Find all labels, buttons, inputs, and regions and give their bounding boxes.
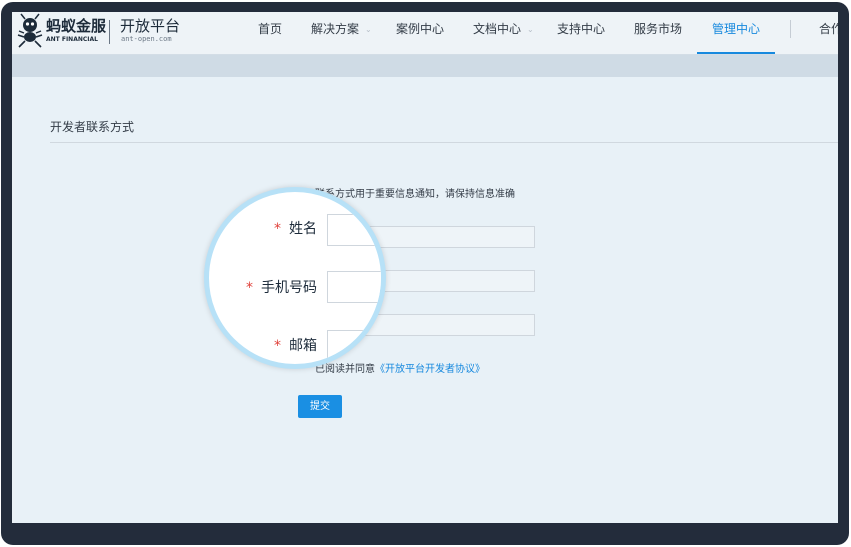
nav-docs[interactable]: 文档中心 ⌄ xyxy=(473,12,534,52)
agreement-prefix: 已阅读并同意 xyxy=(315,364,375,375)
name-input-magnified[interactable] xyxy=(327,214,381,246)
platform-name-cn: 开放平台 xyxy=(120,17,181,35)
top-navbar: 蚂蚁金服 ANT FINANCIAL 开放平台 ant-open.com 首页 … xyxy=(12,12,838,55)
email-label: * 邮箱 xyxy=(274,335,317,355)
agreement-text: 已阅读并同意《开放平台开发者协议》 xyxy=(315,360,485,375)
brand-name-en: ANT FINANCIAL xyxy=(46,36,98,43)
nav-support[interactable]: 支持中心 xyxy=(557,12,605,52)
active-nav-indicator xyxy=(697,52,775,54)
nav-cases[interactable]: 案例中心 xyxy=(396,12,444,52)
required-mark: * xyxy=(274,221,281,237)
form-notice: 联系方式用于重要信息通知，请保持信息准确 xyxy=(315,189,515,200)
section-divider xyxy=(50,142,838,143)
nav-market[interactable]: 服务市场 xyxy=(634,12,682,52)
ant-logo-icon xyxy=(17,13,43,48)
required-mark: * xyxy=(274,338,281,354)
chevron-down-icon: ⌄ xyxy=(527,25,534,34)
platform-domain: ant-open.com xyxy=(121,35,172,43)
sub-header-bar xyxy=(12,55,838,77)
brand-name-cn: 蚂蚁金服 xyxy=(46,17,107,35)
section-title: 开发者联系方式 xyxy=(50,120,135,134)
nav-label: 解决方案 xyxy=(311,22,360,36)
nav-label: 首页 xyxy=(258,22,283,36)
nav-label: 服务市场 xyxy=(634,22,683,36)
field-label: 邮箱 xyxy=(289,338,317,354)
nav-label: 合作 xyxy=(819,22,838,36)
nav-label: 管理中心 xyxy=(712,22,761,36)
nav-home[interactable]: 首页 xyxy=(258,12,282,52)
magnifier-lens: * 姓名 * 手机号码 * 邮箱 xyxy=(204,187,386,369)
agreement-link[interactable]: 《开放平台开发者协议》 xyxy=(375,364,485,375)
content-panel xyxy=(15,77,838,523)
field-label: 手机号码 xyxy=(261,280,317,296)
device-frame: 蚂蚁金服 ANT FINANCIAL 开放平台 ant-open.com 首页 … xyxy=(0,0,851,547)
required-mark: * xyxy=(246,280,253,296)
logo-divider xyxy=(109,20,110,44)
nav-label: 文档中心 xyxy=(473,22,522,36)
chevron-down-icon: ⌄ xyxy=(365,25,372,34)
nav-divider xyxy=(790,20,791,38)
nav-management[interactable]: 管理中心 xyxy=(712,12,760,52)
email-input-magnified[interactable] xyxy=(327,330,381,362)
screen: 蚂蚁金服 ANT FINANCIAL 开放平台 ant-open.com 首页 … xyxy=(12,12,838,523)
name-label: * 姓名 xyxy=(274,218,317,238)
nav-label: 支持中心 xyxy=(557,22,606,36)
phone-label: * 手机号码 xyxy=(246,277,317,297)
phone-input-magnified[interactable] xyxy=(327,271,381,303)
nav-label: 案例中心 xyxy=(396,22,445,36)
submit-button[interactable]: 提交 xyxy=(298,395,342,418)
field-label: 姓名 xyxy=(289,221,317,237)
nav-solutions[interactable]: 解决方案 ⌄ xyxy=(311,12,372,52)
nav-partner[interactable]: 合作 xyxy=(819,12,838,52)
